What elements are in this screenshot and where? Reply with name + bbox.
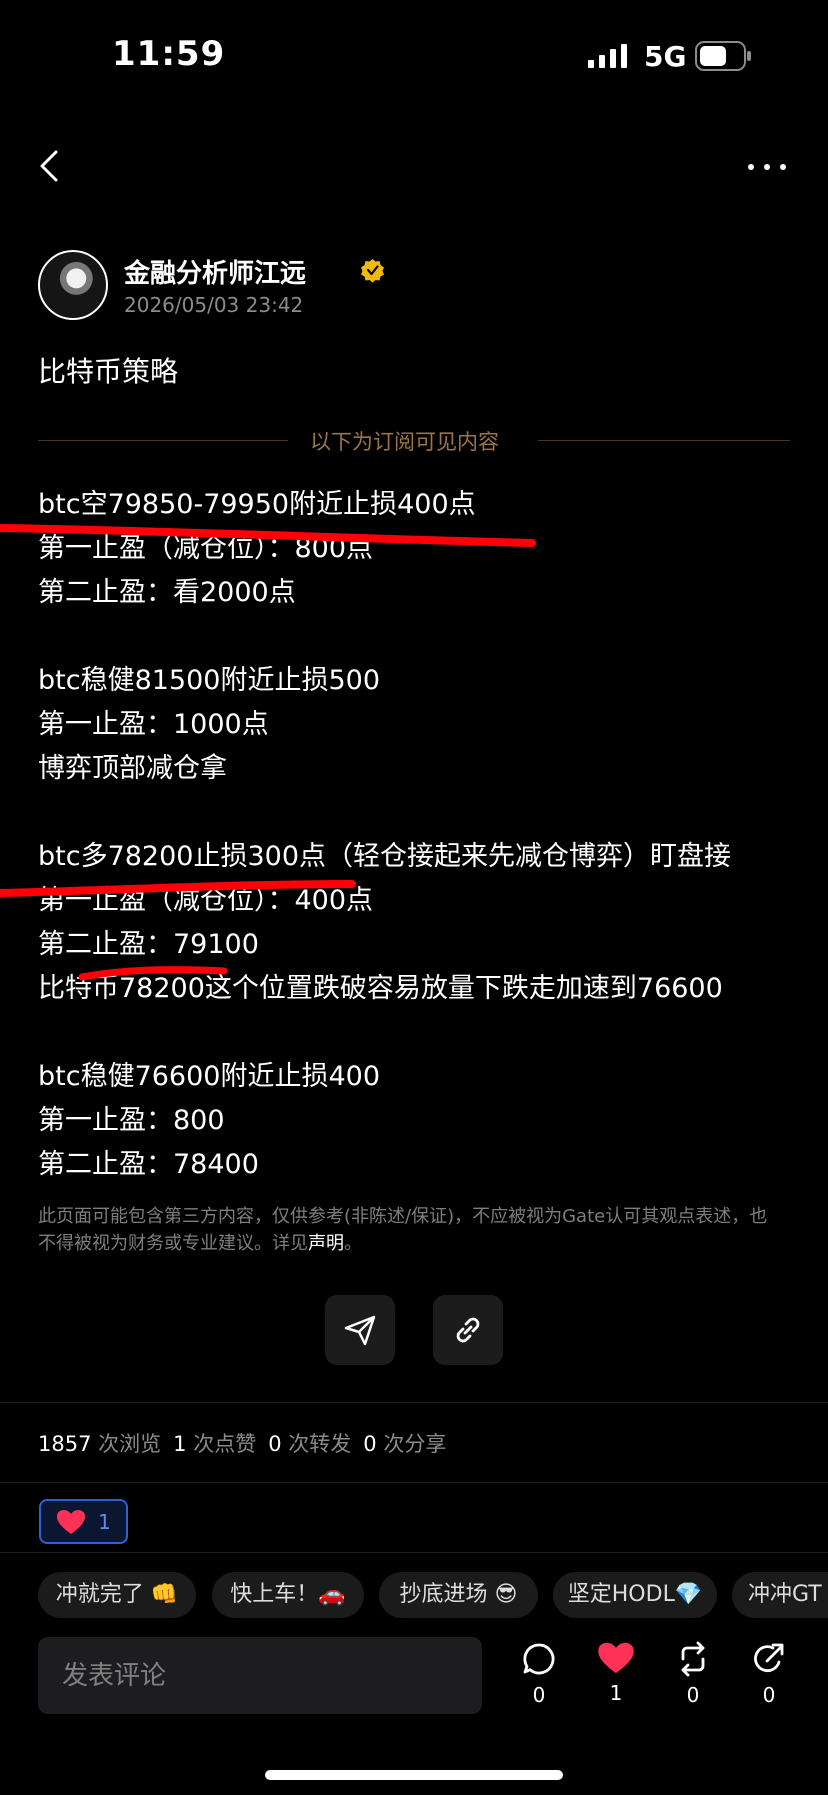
- post-line: 第二止盈：79100: [38, 929, 259, 960]
- post-title: 比特币策略: [38, 355, 179, 388]
- status-bar: 11:59 5G: [0, 0, 828, 110]
- subscriber-divider: 以下为订阅可见内容: [38, 425, 790, 455]
- copy-link-button[interactable]: [433, 1295, 503, 1365]
- post-line: btc稳健76600附近止损400: [38, 1061, 380, 1092]
- network-type: 5G: [644, 40, 687, 73]
- comment-action[interactable]: 0: [509, 1641, 569, 1707]
- quick-reply-chip[interactable]: 坚定HODL💎: [553, 1572, 717, 1618]
- more-options-icon[interactable]: [745, 154, 789, 178]
- battery-icon: [695, 41, 751, 71]
- comment-count: 0: [532, 1683, 546, 1707]
- disclaimer: 此页面可能包含第三方内容，仅供参考(非陈述/保证)，不应被视为Gate认可其观点…: [38, 1203, 768, 1257]
- post-line: 第一止盈：800: [38, 1105, 225, 1136]
- post-line: 第一止盈：1000点: [38, 709, 269, 740]
- post-line: 比特币78200这个位置跌破容易放量下跌走加速到76600: [38, 973, 723, 1004]
- heart-icon: [57, 1509, 86, 1534]
- share-icon: [754, 1643, 784, 1672]
- divider-line-left: [38, 440, 288, 441]
- top-nav: [0, 130, 828, 200]
- back-arrow-icon[interactable]: [34, 148, 66, 184]
- post-line: btc多78200止损300点（轻仓接起来先减仓博弈）盯盘接: [38, 841, 731, 872]
- share-count: 0: [762, 1683, 776, 1707]
- status-time: 11:59: [112, 34, 226, 74]
- quick-reply-chip[interactable]: 冲冲GT: [732, 1572, 828, 1618]
- likes-label: 次点赞: [193, 1432, 257, 1456]
- post-line: btc稳健81500附近止损500: [38, 665, 380, 696]
- disclaimer-link[interactable]: 声明: [308, 1233, 344, 1254]
- signal-icon: [588, 44, 627, 68]
- repost-action[interactable]: 0: [663, 1641, 723, 1707]
- post-line: 第二止盈：看2000点: [38, 577, 296, 608]
- divider-line-right: [538, 440, 790, 441]
- post-line: 第一止盈（减仓位）：400点: [38, 885, 374, 916]
- comment-input[interactable]: [38, 1637, 482, 1714]
- separator: [0, 1552, 828, 1553]
- post-line: [38, 791, 798, 835]
- post-line: 第一止盈（减仓位）：800点: [38, 533, 374, 564]
- reposts-count: 0: [268, 1432, 282, 1456]
- heart-icon: [598, 1642, 634, 1674]
- quick-reply-chip[interactable]: 快上车！🚗: [212, 1572, 364, 1618]
- send-icon: [344, 1315, 376, 1346]
- likes-count: 1: [173, 1432, 187, 1456]
- quick-reply-chip[interactable]: 抄底进场 😎: [379, 1572, 538, 1618]
- avatar[interactable]: [38, 250, 108, 320]
- shares-count: 0: [363, 1432, 377, 1456]
- home-indicator: [265, 1770, 563, 1780]
- reaction-count: 1: [98, 1509, 111, 1534]
- comment-bar: 0 1 0 0: [0, 1637, 828, 1715]
- post-timestamp: 2026/05/03 23:42: [124, 293, 304, 317]
- post-line: [38, 615, 798, 659]
- repost-count: 0: [686, 1683, 700, 1707]
- post-line: [38, 1011, 798, 1055]
- send-button[interactable]: [325, 1295, 395, 1365]
- heart-reaction-button[interactable]: 1: [39, 1499, 128, 1544]
- quick-reply-chips: 冲就完了 👊 快上车！🚗 抄底进场 😎 坚定HODL💎 冲冲GT: [38, 1572, 828, 1620]
- views-label: 次浏览: [98, 1432, 162, 1456]
- comment-icon: [523, 1643, 555, 1675]
- reposts-label: 次转发: [288, 1432, 352, 1456]
- verified-badge-icon: [361, 259, 384, 283]
- disclaimer-end: 。: [344, 1233, 362, 1254]
- author-name[interactable]: 金融分析师江远: [124, 253, 306, 290]
- like-action[interactable]: 1: [586, 1641, 646, 1705]
- like-count: 1: [609, 1681, 623, 1705]
- post-body: btc空79850-79950附近止损400点 第一止盈（减仓位）：800点 第…: [38, 483, 798, 1187]
- shares-label: 次分享: [383, 1432, 447, 1456]
- disclaimer-text: 此页面可能包含第三方内容，仅供参考(非陈述/保证)，不应被视为Gate认可其观点…: [38, 1206, 768, 1254]
- quick-reply-chip[interactable]: 冲就完了 👊: [38, 1572, 196, 1618]
- post-line: 博弈顶部减仓拿: [38, 753, 227, 784]
- subscriber-divider-label: 以下为订阅可见内容: [310, 430, 499, 454]
- views-count: 1857: [38, 1432, 92, 1456]
- author-header: 金融分析师江远 2026/05/03 23:42: [38, 250, 798, 330]
- post-line: btc空79850-79950附近止损400点: [38, 489, 476, 520]
- post-stats: 1857 次浏览 1 次点赞 0 次转发 0 次分享: [38, 1428, 446, 1458]
- repost-icon: [681, 1641, 705, 1677]
- share-action[interactable]: 0: [739, 1641, 799, 1707]
- post-line: 第二止盈：78400: [38, 1149, 259, 1180]
- link-icon: [456, 1317, 480, 1343]
- separator: [0, 1402, 828, 1403]
- share-actions: [325, 1295, 505, 1365]
- separator: [0, 1482, 828, 1483]
